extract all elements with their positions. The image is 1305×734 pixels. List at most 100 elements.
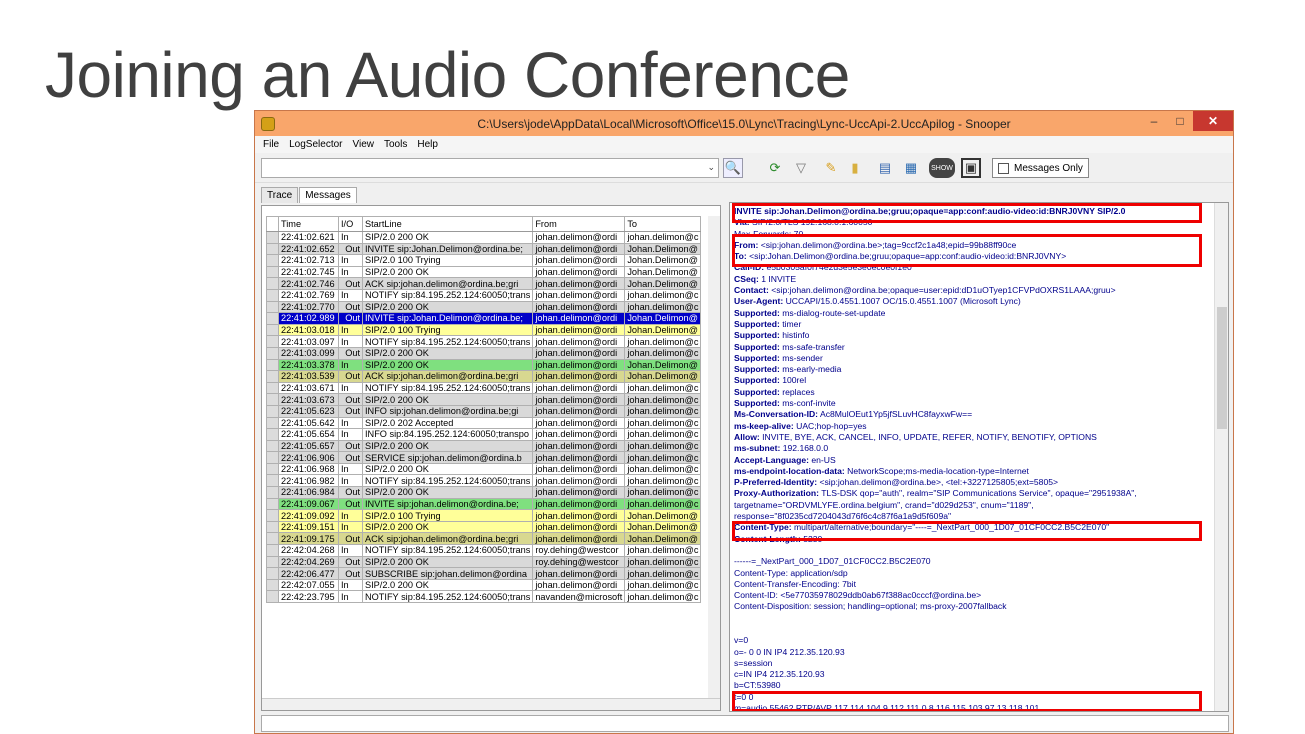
row-selector[interactable]: [266, 254, 279, 267]
table-row[interactable]: 22:41:03.539 Out ACK sip:johan.delimon@ord…: [266, 370, 702, 383]
row-selector[interactable]: [266, 242, 279, 256]
row-selector[interactable]: [266, 231, 279, 244]
row-selector[interactable]: [266, 532, 279, 546]
table-row[interactable]: 22:41:09.151 In SIP/2.0 200 OK johan.delimo…: [266, 520, 702, 534]
row-selector[interactable]: [266, 439, 279, 453]
book-icon[interactable]: ▦: [901, 158, 921, 178]
row-selector[interactable]: [266, 265, 279, 279]
row-selector[interactable]: [266, 486, 279, 499]
row-selector[interactable]: [266, 381, 279, 395]
table-row[interactable]: 22:41:09.092 In SIP/2.0 100 Trying johan.de…: [266, 509, 702, 522]
checkbox-box[interactable]: [998, 162, 1009, 174]
detail-scroll-thumb[interactable]: [1217, 307, 1227, 429]
table-row[interactable]: 22:41:02.713 In SIP/2.0 100 Trying johan.de…: [266, 254, 702, 267]
table-row[interactable]: 22:41:09.175 Out ACK sip:johan.delimon@ord…: [266, 532, 702, 546]
table-row[interactable]: 22:41:02.770 Out SIP/2.0 200 OK johan.delim…: [266, 300, 702, 314]
row-selector[interactable]: [266, 544, 279, 557]
grid-horizontal-scrollbar[interactable]: [262, 698, 720, 710]
table-row[interactable]: 22:41:03.378 In SIP/2.0 200 OK johan.delimo…: [266, 358, 702, 372]
row-selector[interactable]: [266, 346, 279, 360]
detail-vertical-scrollbar[interactable]: [1214, 203, 1228, 711]
table-row[interactable]: 22:42:07.055 In SIP/2.0 200 OK johan.delimo…: [266, 578, 702, 592]
bookmark-icon[interactable]: ▮: [845, 158, 865, 178]
row-selector[interactable]: [266, 555, 279, 569]
menu-tools[interactable]: Tools: [384, 139, 407, 150]
filter-icon[interactable]: ▽: [791, 158, 811, 178]
menu-view[interactable]: View: [353, 139, 375, 150]
table-row[interactable]: 22:41:02.652 Out INVITE sip:Johan.Delimon@…: [266, 242, 702, 256]
grid-vertical-scrollbar[interactable]: [708, 216, 720, 698]
search-icon[interactable]: 🔍: [723, 158, 743, 178]
table-row[interactable]: 22:41:02.769 In NOTIFY sip:84.195.252.124:…: [266, 288, 702, 302]
column-header-startline[interactable]: StartLine: [361, 216, 534, 232]
table-row[interactable]: 22:41:02.621 In SIP/2.0 200 OK johan.delimo…: [266, 231, 702, 244]
table-row[interactable]: 22:41:05.623 Out INFO sip:johan.delimon@or…: [266, 404, 702, 418]
table-row[interactable]: 22:41:05.642 In SIP/2.0 202 Accepted johan.…: [266, 416, 702, 430]
table-row[interactable]: 22:41:03.671 In NOTIFY sip:84.195.252.124:…: [266, 381, 702, 395]
row-selector[interactable]: [266, 404, 279, 418]
row-selector[interactable]: [266, 288, 279, 302]
table-row[interactable]: 22:41:05.657 Out SIP/2.0 200 OK johan.delim…: [266, 439, 702, 453]
table-row[interactable]: 22:41:03.673 Out SIP/2.0 200 OK johan.delim…: [266, 393, 702, 406]
row-selector[interactable]: [266, 578, 279, 592]
table-row[interactable]: 22:41:02.989 Out INVITE sip:Johan.Delimon@…: [266, 312, 702, 325]
show-icon[interactable]: SHOW: [929, 158, 955, 178]
menu-file[interactable]: File: [263, 139, 279, 150]
cell-startline: SIP/2.0 202 Accepted: [361, 416, 534, 430]
table-row[interactable]: 22:42:23.795 In NOTIFY sip:84.195.252.124:…: [266, 590, 702, 603]
minimize-button[interactable]: –: [1141, 111, 1167, 131]
row-selector[interactable]: [266, 462, 279, 476]
row-selector[interactable]: [266, 520, 279, 534]
row-selector[interactable]: [266, 451, 279, 464]
table-row[interactable]: 22:42:04.269 Out SIP/2.0 200 OK roy.dehing@…: [266, 555, 702, 569]
table-row[interactable]: 22:41:02.745 In SIP/2.0 200 OK johan.delimo…: [266, 265, 702, 279]
row-selector[interactable]: [266, 393, 279, 406]
table-row[interactable]: 22:41:03.099 Out SIP/2.0 200 OK johan.delim…: [266, 346, 702, 360]
table-row[interactable]: 22:41:09.067 Out INVITE sip:johan.delimon@…: [266, 497, 702, 511]
row-selector[interactable]: [266, 428, 279, 441]
table-row[interactable]: 22:41:06.984 Out SIP/2.0 200 OK johan.delim…: [266, 486, 702, 499]
row-selector[interactable]: [266, 300, 279, 314]
table-row[interactable]: 22:41:05.654 In INFO sip:84.195.252.124:60…: [266, 428, 702, 441]
highlighter-icon[interactable]: ✎: [821, 158, 841, 178]
menu-help[interactable]: Help: [417, 139, 438, 150]
column-header-to[interactable]: To: [624, 216, 702, 232]
details-icon[interactable]: ▤: [875, 158, 895, 178]
cell-time: 22:41:02.745: [278, 265, 339, 279]
message-detail-text[interactable]: INVITE sip:Johan.Delimon@ordina.be;gruu;…: [734, 206, 1212, 711]
table-row[interactable]: 22:41:06.906 Out SERVICE sip:johan.delimon…: [266, 451, 702, 464]
log-selector-combo[interactable]: ⌄: [261, 158, 719, 178]
tab-messages[interactable]: Messages: [299, 187, 357, 203]
column-header-from[interactable]: From: [532, 216, 626, 232]
row-selector[interactable]: [266, 567, 279, 580]
table-row[interactable]: 22:42:06.477 Out SUBSCRIBE sip:johan.delim…: [266, 567, 702, 580]
messages-only-checkbox[interactable]: Messages Only: [992, 158, 1089, 178]
row-selector[interactable]: [266, 358, 279, 372]
row-selector[interactable]: [266, 474, 279, 488]
table-row[interactable]: 22:41:03.097 In NOTIFY sip:84.195.252.124:…: [266, 335, 702, 348]
column-header-io[interactable]: I/O: [338, 216, 363, 232]
table-row[interactable]: 22:41:02.746 Out ACK sip:johan.delimon@ord…: [266, 277, 702, 290]
table-row[interactable]: 22:42:04.268 In NOTIFY sip:84.195.252.124:…: [266, 544, 702, 557]
row-selector[interactable]: [266, 370, 279, 383]
tab-trace[interactable]: Trace: [261, 187, 299, 203]
row-selector[interactable]: [266, 416, 279, 430]
refresh-icon[interactable]: ⟳: [765, 158, 785, 178]
menu-logselector[interactable]: LogSelector: [289, 139, 342, 150]
cell-to: johan.delimon@c: [624, 578, 702, 592]
row-selector[interactable]: [266, 323, 279, 337]
maximize-button[interactable]: □: [1167, 111, 1193, 131]
row-selector[interactable]: [266, 590, 279, 603]
row-selector[interactable]: [266, 497, 279, 511]
layout-icon[interactable]: ▣: [961, 158, 981, 178]
close-button[interactable]: ✕: [1193, 111, 1233, 131]
row-selector[interactable]: [266, 335, 279, 348]
row-selector[interactable]: [266, 277, 279, 290]
table-row[interactable]: 22:41:03.018 In SIP/2.0 100 Trying johan.de…: [266, 323, 702, 337]
row-selector[interactable]: [266, 509, 279, 522]
column-header-time[interactable]: Time: [278, 216, 339, 232]
row-selector[interactable]: [266, 312, 279, 325]
table-row[interactable]: 22:41:06.982 In NOTIFY sip:84.195.252.124:…: [266, 474, 702, 488]
title-bar[interactable]: C:\Users\jode\AppData\Local\Microsoft\Of…: [255, 111, 1233, 136]
table-row[interactable]: 22:41:06.968 In SIP/2.0 200 OK johan.delimo…: [266, 462, 702, 476]
